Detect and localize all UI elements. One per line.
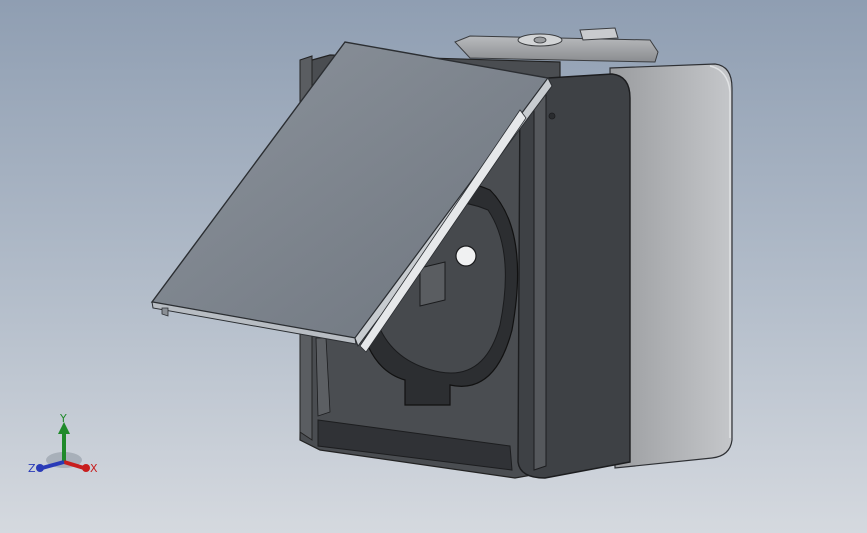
y-axis-label: Y: [59, 412, 67, 425]
cad-viewport[interactable]: Y X Z: [0, 0, 867, 533]
z-axis-arrowhead: [36, 464, 44, 472]
x-axis-label: X: [90, 462, 98, 475]
orientation-triad[interactable]: Y X Z: [22, 410, 112, 480]
x-axis-arrowhead: [82, 464, 90, 472]
socket-pin-hole: [455, 245, 477, 267]
socket-model[interactable]: [0, 0, 867, 533]
top-mount-clip: [454, 27, 659, 63]
z-axis-label: Z: [28, 462, 36, 475]
